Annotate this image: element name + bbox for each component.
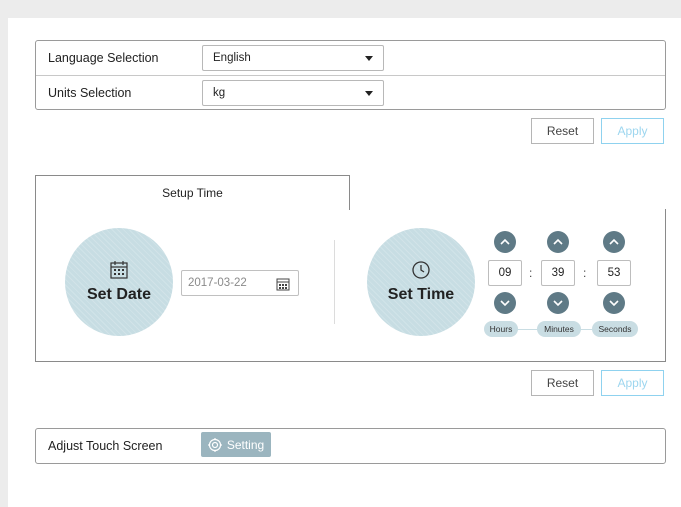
set-date-label: Set Date	[86, 286, 152, 303]
language-units-panel: Language Selection English Units Selecti…	[35, 40, 666, 110]
chevron-down-icon	[553, 300, 563, 307]
language-label: Language Selection	[48, 51, 159, 65]
chevron-up-icon	[500, 238, 510, 245]
minutes-input[interactable]: 39	[541, 260, 575, 286]
calendar-icon[interactable]	[276, 277, 290, 291]
hours-up-button[interactable]	[494, 231, 516, 253]
time-separator: :	[529, 266, 533, 280]
chevron-down-icon	[365, 91, 373, 96]
units-row: Units Selection kg	[36, 76, 665, 110]
date-value: 2017-03-22	[188, 277, 247, 289]
units-select[interactable]: kg	[202, 80, 384, 106]
touch-screen-label: Adjust Touch Screen	[48, 439, 163, 453]
target-icon	[207, 437, 222, 452]
minutes-pill: Minutes	[537, 321, 581, 337]
clock-icon	[412, 261, 430, 279]
hours-input[interactable]: 09	[488, 260, 522, 286]
chevron-up-icon	[553, 238, 563, 245]
set-date-circle: Set Date	[65, 228, 173, 336]
set-time-circle: Set Time	[367, 228, 475, 336]
hours-pill: Hours	[484, 321, 518, 337]
chevron-down-icon	[365, 56, 373, 61]
tab-setup-time[interactable]: Setup Time	[35, 175, 350, 210]
set-time-label: Set Time	[387, 286, 455, 303]
calendar-icon	[110, 261, 128, 279]
apply-button[interactable]: Apply	[601, 118, 664, 144]
time-separator: :	[583, 266, 587, 280]
seconds-pill: Seconds	[592, 321, 638, 337]
apply-button[interactable]: Apply	[601, 370, 664, 396]
chevron-up-icon	[609, 238, 619, 245]
touch-setting-button[interactable]: Setting	[201, 432, 271, 457]
units-label: Units Selection	[48, 86, 132, 100]
seconds-input[interactable]: 53	[597, 260, 631, 286]
hours-down-button[interactable]	[494, 292, 516, 314]
units-value: kg	[213, 87, 226, 99]
date-field[interactable]: 2017-03-22	[181, 270, 299, 296]
setting-button-label: Setting	[226, 437, 265, 452]
language-value: English	[213, 52, 251, 64]
chevron-down-icon	[609, 300, 619, 307]
language-row: Language Selection English	[36, 41, 665, 75]
seconds-up-button[interactable]	[603, 231, 625, 253]
vertical-divider	[334, 240, 335, 324]
minutes-up-button[interactable]	[547, 231, 569, 253]
minutes-down-button[interactable]	[547, 292, 569, 314]
reset-button[interactable]: Reset	[531, 370, 594, 396]
language-select[interactable]: English	[202, 45, 384, 71]
reset-button[interactable]: Reset	[531, 118, 594, 144]
seconds-down-button[interactable]	[603, 292, 625, 314]
chevron-down-icon	[500, 300, 510, 307]
tab-setup-time-label: Setup Time	[162, 186, 223, 200]
touch-screen-panel: Adjust Touch Screen	[35, 428, 666, 464]
